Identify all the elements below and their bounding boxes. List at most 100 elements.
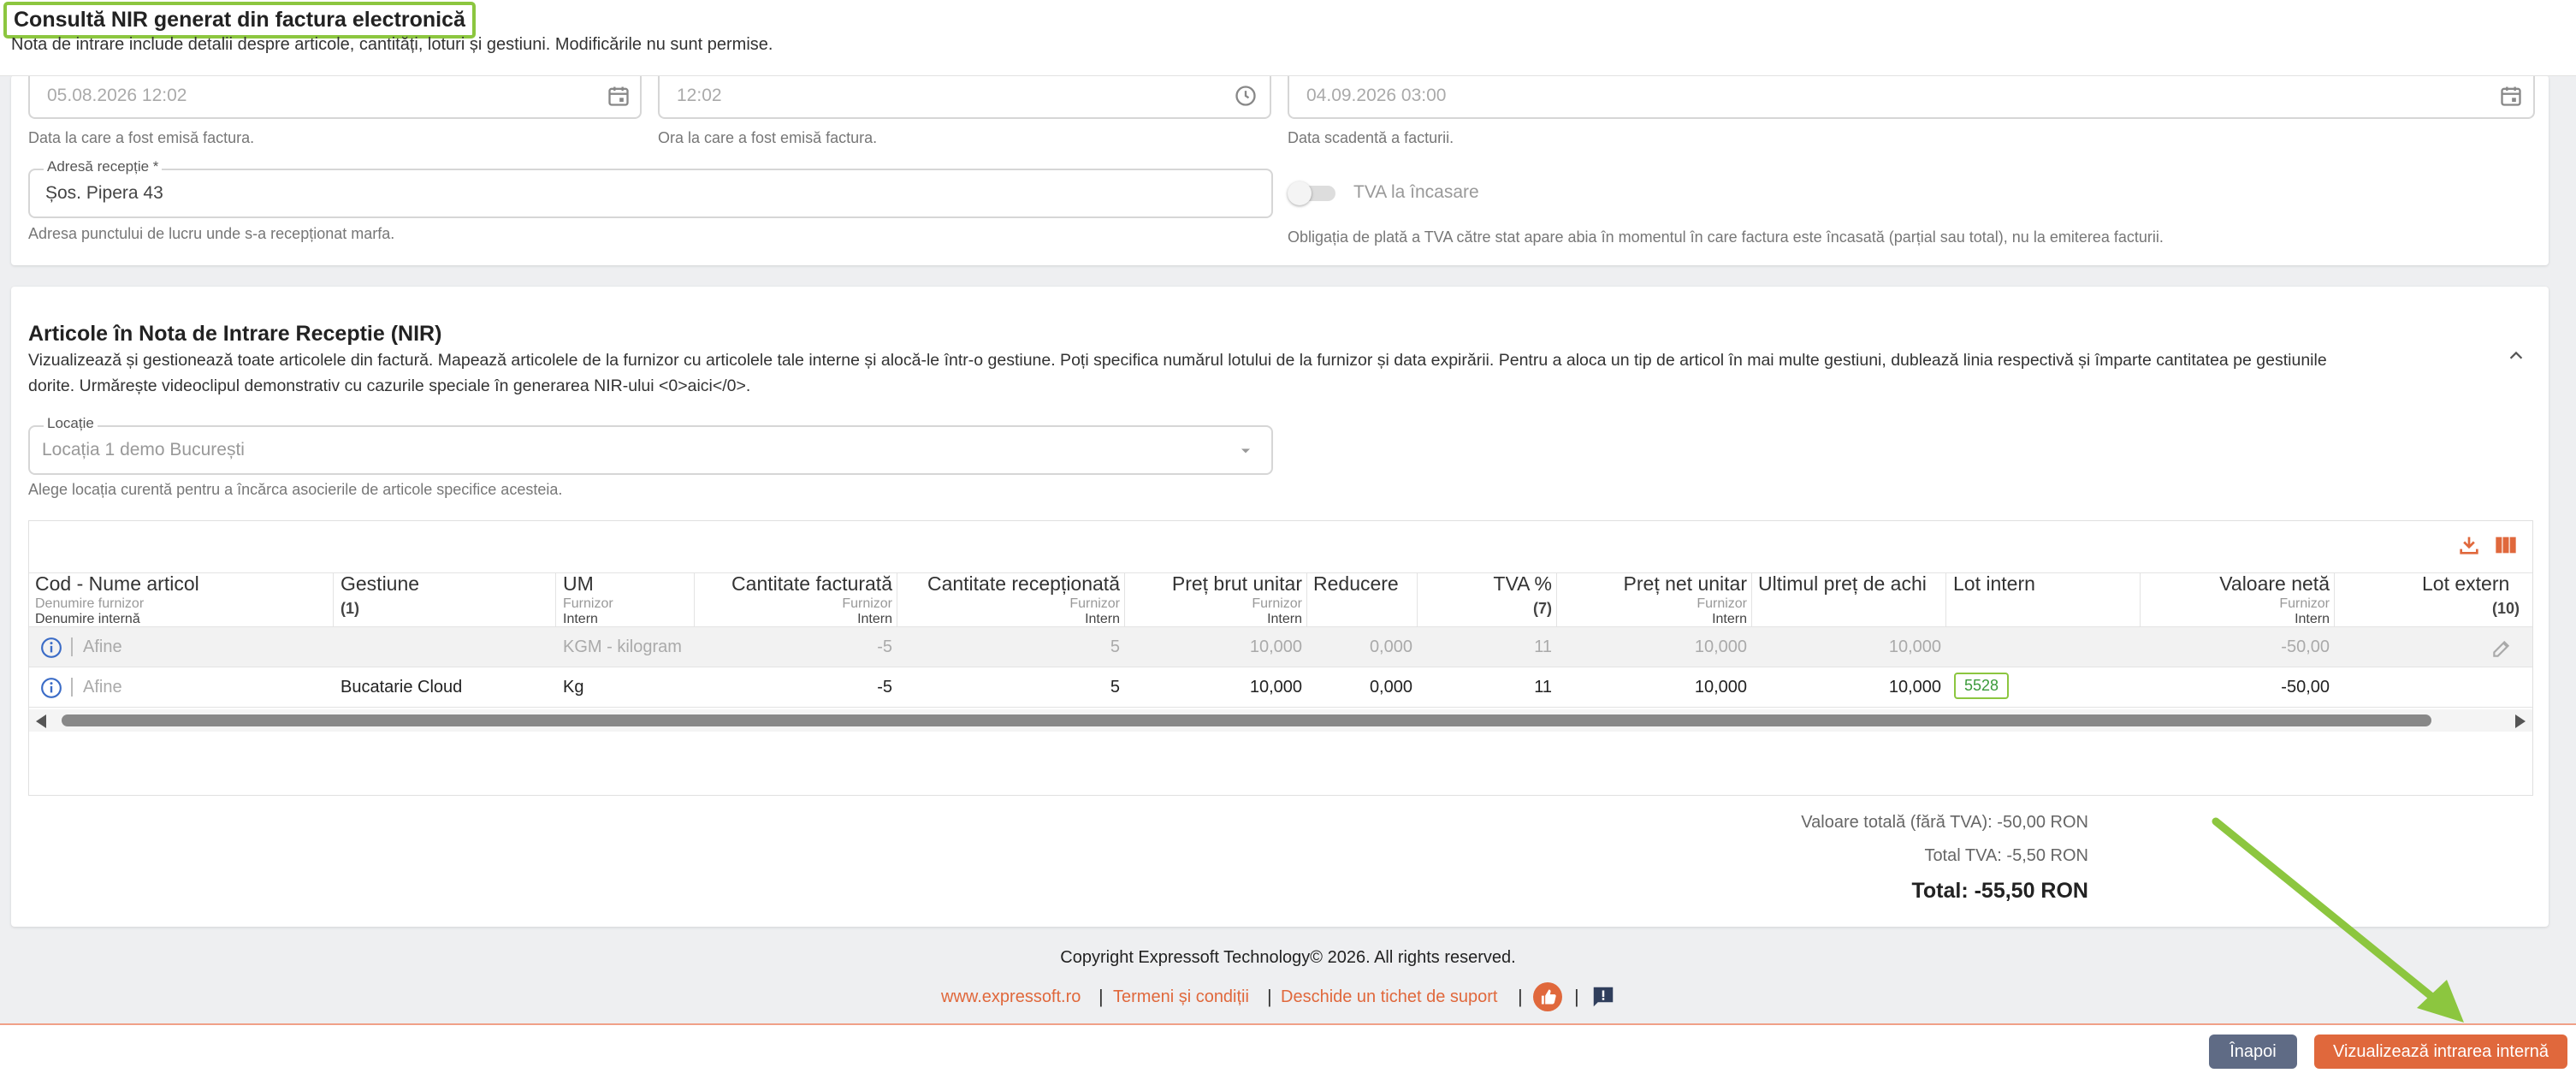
row1-net-price: 10,000 <box>1694 637 1747 656</box>
columns-icon[interactable] <box>2493 533 2519 557</box>
col-header-gestiune[interactable]: Gestiune <box>341 572 419 596</box>
row2-gross-price: 10,000 <box>1249 678 1302 697</box>
annotation-arrow-icon <box>2212 817 2464 1023</box>
row1-discount: 0,000 <box>1369 637 1412 656</box>
row2-net-price: 10,000 <box>1694 678 1747 697</box>
col-header-qty-received[interactable]: Cantitate recepționată <box>927 572 1120 596</box>
location-value: Locația 1 demo București <box>42 440 245 459</box>
row2-name: Afine <box>83 678 122 697</box>
invoice-time-field[interactable]: 12:02 <box>658 74 1271 119</box>
col-sub-net-internal: Intern <box>1712 612 1747 626</box>
scroll-left-arrow-icon[interactable] <box>36 714 46 728</box>
invoice-time-helper: Ora la care a fost emisă factura. <box>658 129 878 146</box>
scroll-right-arrow-icon[interactable] <box>2515 714 2526 728</box>
footer-separator: | <box>1574 986 1579 1007</box>
location-helper: Alege locația curentă pentru a încărca a… <box>28 481 563 498</box>
col-header-um[interactable]: UM <box>563 572 594 596</box>
invoice-date-value: 05.08.2026 12:02 <box>47 86 187 105</box>
scrollbar-thumb[interactable] <box>62 714 2431 726</box>
vat-helper: Obligația de plată a TVA către stat apar… <box>1288 228 2164 246</box>
due-date-value: 04.09.2026 03:00 <box>1306 86 1447 105</box>
footer-separator: | <box>1518 986 1523 1007</box>
col-header-discount[interactable]: Reducere <box>1313 572 1399 596</box>
row2-gestiune: Bucatarie Cloud <box>341 678 463 697</box>
articles-table: Cod - Nume articol Denumire furnizor Den… <box>28 520 2533 796</box>
due-date-helper: Data scadentă a facturii. <box>1288 129 1454 146</box>
link-website[interactable]: www.expressoft.ro <box>941 987 1081 1007</box>
col-header-lot-internal[interactable]: Lot intern <box>1953 572 2035 596</box>
col-sub-net-value-supplier: Furnizor <box>2279 596 2330 611</box>
invoice-date-helper: Data la care a fost emisă factura. <box>28 129 255 146</box>
col-sub-code-internal: Denumire internă <box>35 612 140 626</box>
col-sub-qty-rec-internal: Intern <box>1085 612 1120 626</box>
action-bar <box>0 1023 2576 1079</box>
invoice-time-value: 12:02 <box>677 86 722 105</box>
due-date-field[interactable]: 04.09.2026 03:00 <box>1288 74 2535 119</box>
address-value: Șos. Pipera 43 <box>45 183 163 203</box>
col-vat-count: (7) <box>1533 600 1552 617</box>
col-header-gross-price[interactable]: Preț brut unitar <box>1172 572 1302 596</box>
row2-net-value: -50,00 <box>2281 678 2330 697</box>
back-button[interactable]: Înapoi <box>2209 1035 2297 1069</box>
row2-vat: 11 <box>1534 678 1552 697</box>
row1-vat: 11 <box>1534 637 1552 656</box>
thumbs-up-icon[interactable] <box>1533 982 1562 1011</box>
chevron-down-icon <box>1241 448 1250 454</box>
col-sub-net-value-internal: Intern <box>2295 612 2330 626</box>
col-header-net-value[interactable]: Valoare netă <box>2219 572 2330 596</box>
col-header-code[interactable]: Cod - Nume articol <box>35 572 199 596</box>
row2-um: Kg <box>563 678 584 697</box>
col-sub-gross-internal: Intern <box>1267 612 1302 626</box>
col-sub-qty-rec-supplier: Furnizor <box>1069 596 1120 611</box>
edit-icon[interactable] <box>2490 637 2513 660</box>
grand-total: Total: -55,50 RON <box>1911 879 2088 903</box>
row2-discount: 0,000 <box>1369 678 1412 697</box>
col-header-lot-external[interactable]: Lot extern <box>2422 572 2509 596</box>
col-header-qty-invoiced[interactable]: Cantitate facturată <box>731 572 892 596</box>
col-header-vat[interactable]: TVA % <box>1493 572 1552 596</box>
info-icon[interactable] <box>40 677 62 699</box>
info-icon[interactable] <box>40 637 62 659</box>
col-lot-external-count: (10) <box>2492 600 2520 617</box>
horizontal-scrollbar[interactable] <box>29 709 2532 732</box>
calendar-icon[interactable] <box>2499 84 2523 108</box>
vat-toggle-label: TVA la încasare <box>1353 182 1479 202</box>
feedback-icon[interactable] <box>1590 984 1616 1010</box>
view-internal-entry-button[interactable]: Vizualizează intrarea internă <box>2314 1035 2567 1069</box>
address-field[interactable]: Adresă recepție * Șos. Pipera 43 <box>28 158 1273 218</box>
link-terms[interactable]: Termeni și condiții <box>1113 987 1249 1007</box>
lot-internal-badge[interactable]: 5528 <box>1954 673 2010 699</box>
col-sub-net-supplier: Furnizor <box>1697 596 1747 611</box>
row1-net-value: -50,00 <box>2281 637 2330 656</box>
vat-on-collection-toggle[interactable] <box>1288 181 1337 205</box>
row2-qty-received: 5 <box>1110 678 1120 697</box>
page-subtitle: Nota de intrare include detalii despre a… <box>11 35 773 54</box>
row2-last-price: 10,000 <box>1888 678 1941 697</box>
col-header-net-price[interactable]: Preț net unitar <box>1624 572 1747 596</box>
link-support-ticket[interactable]: Deschide un tichet de suport <box>1281 987 1498 1007</box>
row1-last-price: 10,000 <box>1888 637 1941 656</box>
invoice-date-field[interactable]: 05.08.2026 12:02 <box>28 74 642 119</box>
articles-description-line1: Vizualizează și gestionează toate artico… <box>28 351 2327 370</box>
vat-total: Total TVA: -5,50 RON <box>1924 846 2088 865</box>
row1-qty-received: 5 <box>1110 637 1120 656</box>
location-label: Locație <box>44 415 98 432</box>
row1-um: KGM - kilogram <box>563 637 682 656</box>
row1-gross-price: 10,000 <box>1249 637 1302 656</box>
location-select[interactable]: Locație Locația 1 demo București <box>28 415 1273 475</box>
download-icon[interactable] <box>2457 533 2481 557</box>
row1-qty-invoiced: -5 <box>877 637 892 656</box>
col-sub-um-internal: Intern <box>563 612 598 626</box>
col-sub-gross-supplier: Furnizor <box>1252 596 1302 611</box>
clock-icon[interactable] <box>1234 84 1258 108</box>
col-header-last-price[interactable]: Ultimul preț de achi <box>1758 572 1939 596</box>
col-sub-qty-inv-supplier: Furnizor <box>842 596 892 611</box>
articles-title: Articole în Nota de Intrare Receptie (NI… <box>28 322 442 346</box>
chevron-up-icon[interactable] <box>2507 347 2526 365</box>
net-total: Valoare totală (fără TVA): -50,00 RON <box>1801 813 2088 832</box>
calendar-icon[interactable] <box>607 84 631 108</box>
row1-name: Afine <box>83 637 122 656</box>
row2-qty-invoiced: -5 <box>877 678 892 697</box>
address-helper: Adresa punctului de lucru unde s-a recep… <box>28 225 395 242</box>
col-sub-code-supplier: Denumire furnizor <box>35 596 145 611</box>
